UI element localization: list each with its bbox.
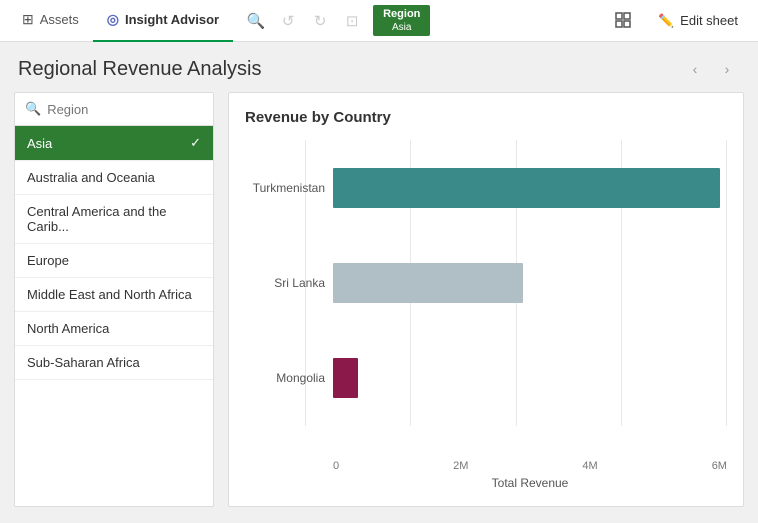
bar-row: Mongolia — [245, 358, 727, 398]
insight-advisor-label: Insight Advisor — [125, 12, 219, 27]
bar-row: Turkmenistan — [245, 168, 727, 208]
bar-fill — [333, 263, 523, 303]
list-item-label: Middle East and North Africa — [27, 287, 192, 302]
assets-label: Assets — [40, 12, 79, 27]
toolbar-icons: 🔍 ↺ ↻ ⊡ — [241, 6, 367, 36]
bars-container: Turkmenistan Sri Lanka Mongolia — [245, 140, 727, 456]
region-tag-label: Region — [383, 7, 420, 21]
bar-fill — [333, 358, 358, 398]
grid-icon-btn[interactable] — [608, 5, 640, 37]
bar-label: Sri Lanka — [245, 276, 333, 290]
x-axis-label: 2M — [453, 460, 468, 472]
checkmark-icon: ✓ — [190, 135, 201, 151]
search-input[interactable] — [47, 102, 203, 117]
x-axis: 0 2M 4M 6M — [333, 456, 727, 472]
region-tag[interactable]: Region Asia — [373, 5, 430, 36]
list-item-label: Central America and the Carib... — [27, 204, 166, 234]
chart-panel: Revenue by Country Turkmenistan Sri Lank… — [228, 92, 744, 507]
list-item[interactable]: North America — [15, 312, 213, 346]
right-toolbar: ✏️ Edit sheet — [608, 5, 750, 37]
page-header: Regional Revenue Analysis ‹ › — [0, 42, 758, 92]
top-nav: ⊞ Assets ◎ Insight Advisor 🔍 ↺ ↻ ⊡ Regio… — [0, 0, 758, 42]
x-axis-title: Total Revenue — [333, 476, 727, 490]
search-icon-btn[interactable]: 🔍 — [241, 6, 271, 36]
list-item-label: Australia and Oceania — [27, 170, 155, 185]
list-item[interactable]: Europe — [15, 244, 213, 278]
edit-sheet-label: Edit sheet — [680, 13, 738, 28]
chart-area: Turkmenistan Sri Lanka Mongolia 02M4M6M … — [245, 140, 727, 490]
undo-icon-btn[interactable]: ↺ — [273, 6, 303, 36]
bar-row: Sri Lanka — [245, 263, 727, 303]
list-item-label: Asia — [27, 136, 52, 151]
tab-insight-advisor[interactable]: ◎ Insight Advisor — [93, 0, 233, 42]
bar-label: Turkmenistan — [245, 181, 333, 195]
list-item[interactable]: Australia and Oceania — [15, 161, 213, 195]
list-item-label: North America — [27, 321, 109, 336]
edit-icon: ✏️ — [658, 13, 674, 29]
insight-advisor-icon: ◎ — [107, 11, 119, 28]
nav-arrows: ‹ › — [682, 56, 740, 82]
edit-sheet-button[interactable]: ✏️ Edit sheet — [646, 9, 750, 33]
x-axis-label: 6M — [712, 460, 727, 472]
list-item[interactable]: Central America and the Carib... — [15, 195, 213, 244]
page-title: Regional Revenue Analysis — [18, 58, 682, 81]
list-item-label: Europe — [27, 253, 69, 268]
x-axis-label: 0 — [333, 460, 339, 472]
content-area: 🔍 Asia ✓ Australia and Oceania Central Amer… — [0, 92, 758, 521]
list-item[interactable]: Sub-Saharan Africa — [15, 346, 213, 380]
next-arrow[interactable]: › — [714, 56, 740, 82]
bar-track — [333, 358, 727, 398]
search-bar: 🔍 — [15, 93, 213, 126]
bar-track — [333, 263, 727, 303]
x-axis-label: 4M — [582, 460, 597, 472]
snapshot-icon-btn[interactable]: ⊡ — [337, 6, 367, 36]
left-panel: 🔍 Asia ✓ Australia and Oceania Central Amer… — [14, 92, 214, 507]
list-item[interactable]: Asia ✓ — [15, 126, 213, 161]
bar-label: Mongolia — [245, 371, 333, 385]
bar-track — [333, 168, 727, 208]
list-item[interactable]: Middle East and North Africa — [15, 278, 213, 312]
region-list: Asia ✓ Australia and Oceania Central Americ… — [15, 126, 213, 506]
chart-title: Revenue by Country — [245, 109, 727, 126]
bar-fill — [333, 168, 720, 208]
tab-assets[interactable]: ⊞ Assets — [8, 0, 93, 42]
region-tag-value: Asia — [392, 21, 411, 34]
redo-icon-btn[interactable]: ↻ — [305, 6, 335, 36]
assets-icon: ⊞ — [22, 11, 34, 28]
list-item-label: Sub-Saharan Africa — [27, 355, 140, 370]
prev-arrow[interactable]: ‹ — [682, 56, 708, 82]
search-icon: 🔍 — [25, 101, 41, 117]
